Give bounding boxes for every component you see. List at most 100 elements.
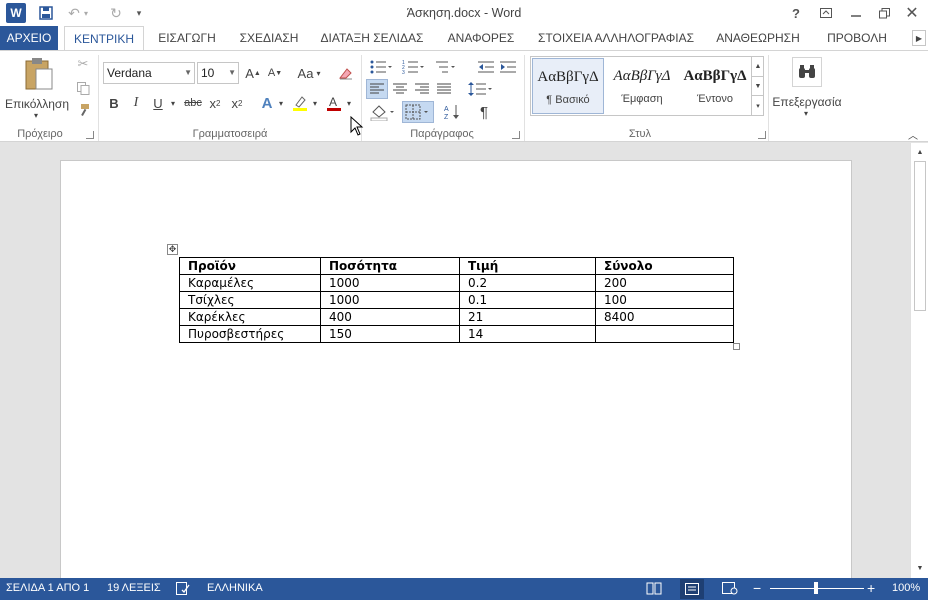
tab-page-layout[interactable]: ΔΙΑΤΑΞΗ ΣΕΛΙΔΑΣ bbox=[314, 26, 430, 50]
collapse-ribbon-icon[interactable]: ︿ bbox=[906, 127, 920, 142]
table-move-handle-icon[interactable]: ✥ bbox=[167, 244, 178, 255]
gallery-up-icon[interactable]: ▲ bbox=[752, 57, 764, 76]
table-header-cell[interactable]: Τιμή bbox=[459, 257, 596, 275]
paragraph-dialog-launcher-icon[interactable] bbox=[512, 131, 520, 139]
zoom-slider-thumb[interactable] bbox=[814, 582, 818, 594]
increase-indent-icon[interactable] bbox=[498, 57, 518, 77]
clipboard-dialog-launcher-icon[interactable] bbox=[86, 131, 94, 139]
grow-font-icon[interactable]: A ▲ bbox=[244, 63, 262, 83]
clear-formatting-icon[interactable] bbox=[336, 63, 356, 83]
restore-icon[interactable] bbox=[871, 3, 897, 23]
table-cell[interactable] bbox=[595, 325, 734, 343]
italic-button[interactable]: I bbox=[127, 93, 145, 113]
vertical-scrollbar[interactable]: ▲ ▼ bbox=[910, 143, 928, 578]
language-indicator[interactable]: ΕΛΛΗΝΙΚΑ bbox=[207, 582, 263, 594]
table-cell[interactable]: Πυροσβεστήρες bbox=[179, 325, 321, 343]
font-color-dropdown-icon[interactable]: ▾ bbox=[344, 93, 354, 113]
table-cell[interactable]: Τσίχλες bbox=[179, 291, 321, 309]
gallery-down-icon[interactable]: ▼ bbox=[752, 76, 764, 95]
ribbon-display-options-icon[interactable] bbox=[813, 3, 839, 23]
table-cell[interactable]: 8400 bbox=[595, 308, 734, 326]
superscript-button[interactable]: x2 bbox=[228, 93, 246, 113]
align-center-button[interactable] bbox=[390, 79, 410, 99]
table-cell[interactable]: 100 bbox=[595, 291, 734, 309]
format-painter-icon[interactable] bbox=[74, 101, 92, 119]
copy-icon[interactable] bbox=[74, 79, 92, 97]
table-cell[interactable]: 200 bbox=[595, 274, 734, 292]
minimize-icon[interactable] bbox=[843, 3, 869, 23]
bullets-icon[interactable] bbox=[368, 57, 394, 77]
document-table[interactable]: Προϊόν Ποσότητα Τιμή Σύνολο Καραμέλες 10… bbox=[179, 257, 734, 343]
text-effects-icon[interactable]: A bbox=[258, 93, 276, 113]
read-mode-icon[interactable] bbox=[646, 582, 662, 596]
cut-icon[interactable]: ✂ bbox=[74, 55, 92, 73]
scroll-down-icon[interactable]: ▼ bbox=[913, 561, 927, 575]
highlight-dropdown-icon[interactable]: ▾ bbox=[310, 93, 320, 113]
web-layout-icon[interactable] bbox=[722, 582, 738, 596]
highlight-color-icon[interactable] bbox=[290, 93, 310, 113]
table-cell[interactable]: 14 bbox=[459, 325, 596, 343]
style-strong[interactable]: ΑαΒβΓγΔ Έντονο bbox=[679, 58, 751, 114]
table-header-cell[interactable]: Προϊόν bbox=[179, 257, 321, 275]
table-cell[interactable]: 1000 bbox=[320, 291, 460, 309]
table-cell[interactable]: 150 bbox=[320, 325, 460, 343]
tab-view[interactable]: ΠΡΟΒΟΛΗ bbox=[816, 26, 898, 50]
editing-button[interactable]: Επεξεργασία ▾ bbox=[772, 55, 842, 121]
justify-button[interactable] bbox=[434, 79, 454, 99]
tab-scroll-right-icon[interactable]: ▶ bbox=[912, 30, 926, 46]
table-cell[interactable]: 0.2 bbox=[459, 274, 596, 292]
shading-icon[interactable] bbox=[368, 101, 398, 123]
table-cell[interactable]: 21 bbox=[459, 308, 596, 326]
styles-dialog-launcher-icon[interactable] bbox=[758, 131, 766, 139]
shrink-font-icon[interactable]: A ▼ bbox=[266, 63, 284, 83]
line-spacing-icon[interactable] bbox=[466, 79, 494, 99]
document-page[interactable]: ✥ Προϊόν Ποσότητα Τιμή Σύνολο Καραμέλες … bbox=[60, 160, 852, 578]
table-cell[interactable]: Καραμέλες bbox=[179, 274, 321, 292]
style-normal[interactable]: ΑαΒβΓγΔ ¶ Βασικό bbox=[532, 58, 604, 114]
font-color-icon[interactable]: A bbox=[324, 93, 344, 113]
numbering-icon[interactable]: 123 bbox=[400, 57, 426, 77]
underline-button[interactable]: U bbox=[149, 93, 167, 113]
help-icon[interactable]: ? bbox=[783, 3, 809, 23]
tab-file[interactable]: ΑΡΧΕΙΟ bbox=[0, 26, 58, 50]
table-cell[interactable]: Καρέκλες bbox=[179, 308, 321, 326]
show-formatting-marks-icon[interactable]: ¶ bbox=[474, 101, 494, 123]
gallery-more-icon[interactable]: ▾ bbox=[752, 95, 764, 115]
zoom-out-icon[interactable]: − bbox=[753, 581, 765, 595]
tab-design[interactable]: ΣΧΕΔΙΑΣΗ bbox=[232, 26, 306, 50]
bold-button[interactable]: B bbox=[105, 93, 123, 113]
tab-insert[interactable]: ΕΙΣΑΓΩΓΗ bbox=[150, 26, 224, 50]
font-size-box[interactable]: 10 ▼ bbox=[197, 62, 239, 84]
multilevel-list-icon[interactable] bbox=[432, 57, 458, 77]
zoom-level[interactable]: 100% bbox=[892, 582, 920, 594]
table-header-cell[interactable]: Ποσότητα bbox=[320, 257, 460, 275]
table-cell[interactable]: 0.1 bbox=[459, 291, 596, 309]
text-effects-dropdown-icon[interactable]: ▾ bbox=[276, 93, 286, 113]
word-count[interactable]: 19 ΛΕΞΕΙΣ bbox=[107, 582, 161, 594]
proofing-icon[interactable] bbox=[176, 582, 192, 596]
table-cell[interactable]: 400 bbox=[320, 308, 460, 326]
table-cell[interactable]: 1000 bbox=[320, 274, 460, 292]
table-header-cell[interactable]: Σύνολο bbox=[595, 257, 734, 275]
style-emphasis[interactable]: ΑαΒβΓγΔ Έμφαση bbox=[606, 58, 678, 114]
align-left-button[interactable] bbox=[366, 79, 388, 99]
zoom-slider[interactable] bbox=[770, 582, 864, 594]
align-right-button[interactable] bbox=[412, 79, 432, 99]
tab-review[interactable]: ΑΝΑΘΕΩΡΗΣΗ bbox=[710, 26, 806, 50]
tab-home[interactable]: ΚΕΝΤΡΙΚΗ bbox=[64, 26, 144, 51]
tab-mailings[interactable]: ΣΤΟΙΧΕΙΑ ΑΛΛΗΛΟΓΡΑΦΙΑΣ bbox=[532, 26, 700, 50]
page-count[interactable]: ΣΕΛΙΔΑ 1 ΑΠΟ 1 bbox=[6, 582, 89, 594]
strikethrough-button[interactable]: abc bbox=[182, 93, 204, 113]
decrease-indent-icon[interactable] bbox=[476, 57, 496, 77]
underline-dropdown-icon[interactable]: ▾ bbox=[168, 93, 178, 113]
change-case-button[interactable]: Aa ▾ bbox=[294, 63, 324, 83]
scroll-thumb[interactable] bbox=[914, 161, 926, 311]
borders-icon[interactable] bbox=[402, 101, 434, 123]
table-resize-handle[interactable] bbox=[733, 343, 740, 350]
scroll-up-icon[interactable]: ▲ bbox=[913, 145, 927, 159]
tab-references[interactable]: ΑΝΑΦΟΡΕΣ bbox=[440, 26, 522, 50]
paste-button[interactable]: Επικόλληση ▾ bbox=[4, 55, 70, 121]
close-icon[interactable]: ✕ bbox=[899, 3, 925, 23]
sort-icon[interactable]: AZ bbox=[442, 101, 462, 123]
subscript-button[interactable]: x2 bbox=[206, 93, 224, 113]
